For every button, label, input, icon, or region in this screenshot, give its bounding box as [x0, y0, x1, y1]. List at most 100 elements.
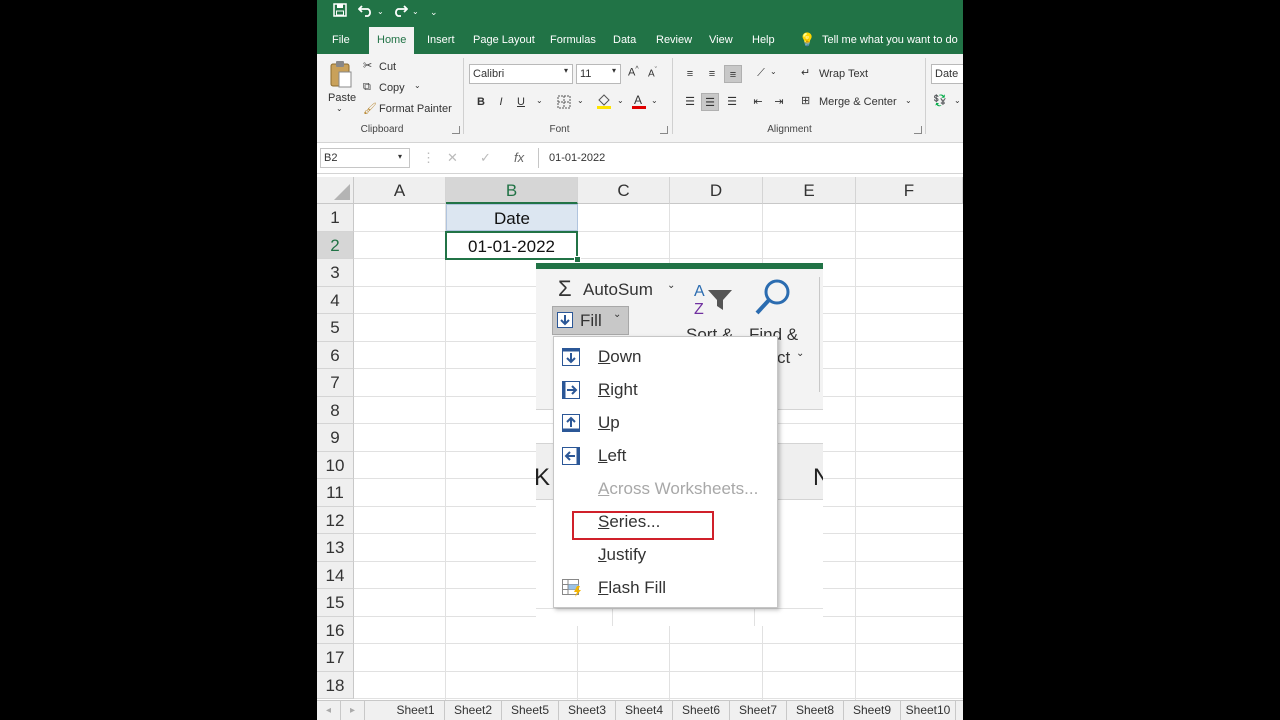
menu-item-right[interactable]: Right	[554, 374, 777, 407]
cancel-icon[interactable]: ✕	[447, 148, 458, 168]
copy-button[interactable]: Copy	[379, 82, 405, 94]
row-header-16[interactable]: 16	[317, 616, 354, 644]
row-header-5[interactable]: 5	[317, 314, 354, 342]
menu-item-left[interactable]: Left	[554, 440, 777, 473]
tab-home[interactable]: Home	[369, 27, 415, 54]
cut-icon[interactable]: ✂	[363, 59, 372, 72]
tab-page-layout[interactable]: Page Layout	[473, 26, 535, 54]
font-launcher-icon[interactable]	[660, 126, 668, 134]
menu-item-across-worksheets[interactable]: Across Worksheets...	[554, 473, 777, 506]
format-painter-icon[interactable]: 🖌	[363, 102, 377, 115]
column-header-a[interactable]: A	[354, 177, 446, 204]
sheet-tab-sheet8[interactable]: Sheet8	[787, 701, 844, 720]
cell-b2-active[interactable]: 01-01-2022	[445, 231, 578, 260]
merge-dropdown-icon[interactable]: ⌄	[905, 96, 912, 105]
row-header-13[interactable]: 13	[317, 534, 354, 562]
fill-color-icon[interactable]	[595, 92, 613, 110]
fill-button[interactable]: Fill ⌄	[552, 306, 629, 335]
row-header-7[interactable]: 7	[317, 369, 354, 397]
tab-review[interactable]: Review	[656, 26, 692, 54]
copy-dropdown-icon[interactable]: ⌄	[414, 81, 421, 90]
undo-dropdown-icon[interactable]: ⌄	[377, 3, 384, 21]
clipboard-launcher-icon[interactable]	[452, 126, 460, 134]
sheet-tab-sheet10[interactable]: Sheet10	[901, 701, 956, 720]
font-color-icon[interactable]: A	[630, 92, 648, 110]
orientation-icon[interactable]: ⟋	[752, 64, 770, 82]
row-header-3[interactable]: 3	[317, 259, 354, 287]
row-header-6[interactable]: 6	[317, 341, 354, 369]
insert-function-icon[interactable]: fx	[514, 148, 524, 168]
increase-font-icon[interactable]: A^	[628, 66, 639, 79]
fill-color-dropdown-icon[interactable]: ⌄	[617, 96, 624, 105]
number-format-box[interactable]: Date	[931, 64, 963, 84]
sheet-tab-sheet9[interactable]: Sheet9	[844, 701, 901, 720]
alignment-launcher-icon[interactable]	[914, 126, 922, 134]
sheet-tab-sheet6[interactable]: Sheet6	[673, 701, 730, 720]
column-header-e[interactable]: E	[763, 177, 856, 204]
align-middle-icon[interactable]: ≡	[703, 65, 721, 83]
wrap-text-button[interactable]: Wrap Text	[819, 68, 868, 80]
column-header-d[interactable]: D	[670, 177, 763, 204]
font-name-box[interactable]: Calibri	[469, 64, 573, 84]
find-select-dropdown-icon[interactable]: ⌄	[796, 348, 804, 359]
row-header-14[interactable]: 14	[317, 561, 354, 589]
menu-item-flash-fill[interactable]: Flash Fill	[554, 572, 777, 605]
sort-filter-icon[interactable]: AZ	[692, 280, 736, 320]
row-header-1[interactable]: 1	[317, 204, 354, 232]
menu-item-down[interactable]: Down	[554, 341, 777, 374]
sheet-tab-sheet4[interactable]: Sheet4	[616, 701, 673, 720]
enter-icon[interactable]: ✓	[480, 148, 491, 168]
paste-icon[interactable]	[329, 60, 353, 90]
merge-center-icon[interactable]: ⊞	[801, 94, 810, 107]
borders-dropdown-icon[interactable]: ⌄	[577, 96, 584, 105]
tab-data[interactable]: Data	[613, 26, 636, 54]
tab-insert[interactable]: Insert	[427, 26, 455, 54]
autosum-icon[interactable]: Σ	[558, 276, 572, 302]
redo-icon[interactable]	[392, 3, 408, 21]
row-header-9[interactable]: 9	[317, 424, 354, 452]
bold-button[interactable]: B	[472, 93, 490, 111]
row-header-8[interactable]: 8	[317, 396, 354, 424]
customize-qat-icon[interactable]: ⌄	[430, 3, 438, 21]
sheet-tab-sheet2[interactable]: Sheet2	[445, 701, 502, 720]
cut-button[interactable]: Cut	[379, 61, 396, 73]
italic-button[interactable]: I	[492, 93, 510, 111]
font-size-dropdown-icon[interactable]: ▾	[612, 66, 616, 75]
find-select-icon[interactable]	[751, 276, 795, 320]
copy-icon[interactable]: ⧉	[363, 81, 371, 94]
font-color-dropdown-icon[interactable]: ⌄	[651, 96, 658, 105]
row-header-11[interactable]: 11	[317, 479, 354, 507]
merge-center-button[interactable]: Merge & Center	[819, 96, 897, 108]
column-header-f[interactable]: F	[856, 177, 963, 204]
tell-me-search[interactable]: Tell me what you want to do	[822, 26, 958, 54]
row-header-10[interactable]: 10	[317, 451, 354, 479]
undo-icon[interactable]	[358, 3, 374, 21]
scroll-tabs-right-icon[interactable]: ▸	[341, 701, 365, 720]
font-name-dropdown-icon[interactable]: ▾	[564, 66, 568, 75]
find-select-label-fragment[interactable]: ct	[777, 348, 790, 368]
row-header-12[interactable]: 12	[317, 506, 354, 534]
scroll-tabs-left-icon[interactable]: ◂	[317, 701, 341, 720]
accounting-dropdown-icon[interactable]: ⌄	[954, 96, 961, 105]
save-icon[interactable]	[333, 3, 347, 21]
align-bottom-icon[interactable]: ≡	[724, 65, 742, 83]
tab-help[interactable]: Help	[752, 26, 775, 54]
autosum-dropdown-icon[interactable]: ⌄	[667, 280, 675, 291]
column-header-c[interactable]: C	[578, 177, 670, 204]
format-painter-button[interactable]: Format Painter	[379, 103, 452, 115]
sheet-tab-sheet1[interactable]: Sheet1	[387, 701, 445, 720]
row-header-2[interactable]: 2	[317, 231, 354, 259]
row-header-4[interactable]: 4	[317, 286, 354, 314]
menu-item-up[interactable]: Up	[554, 407, 777, 440]
align-left-icon[interactable]: ☰	[681, 93, 699, 111]
orientation-dropdown-icon[interactable]: ⌄	[770, 67, 777, 76]
decrease-font-icon[interactable]: Aˇ	[648, 67, 657, 79]
sheet-tab-sheet3[interactable]: Sheet3	[559, 701, 616, 720]
align-center-icon[interactable]: ☰	[701, 93, 719, 111]
tab-view[interactable]: View	[709, 26, 733, 54]
paste-dropdown-icon[interactable]: ⌄	[336, 104, 343, 113]
cell-b1[interactable]: Date	[446, 204, 578, 231]
tab-formulas[interactable]: Formulas	[550, 26, 596, 54]
underline-button[interactable]: U	[512, 93, 530, 111]
fill-handle[interactable]	[574, 256, 581, 263]
